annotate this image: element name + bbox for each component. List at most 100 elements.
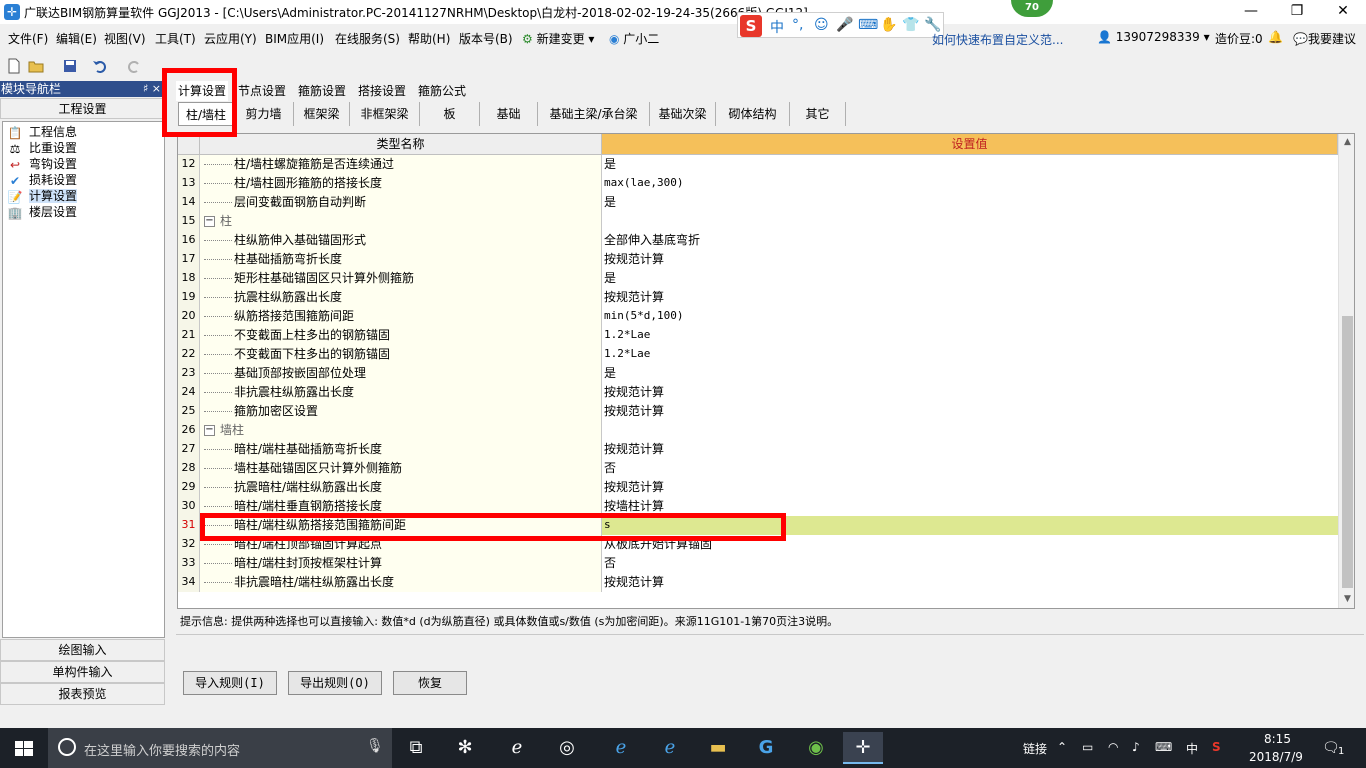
menu-online-service[interactable]: 在线服务(S): [335, 30, 400, 47]
tray-link-label[interactable]: 链接: [1023, 740, 1047, 757]
table-row[interactable]: 23 基础顶部按嵌固部位处理 是: [178, 364, 1338, 383]
menu-version[interactable]: 版本号(B): [459, 30, 513, 47]
restore-button-bottom[interactable]: 恢复: [393, 671, 467, 695]
table-row[interactable]: 19 抗震柱纵筋露出长度 按规范计算: [178, 288, 1338, 307]
collapse-icon[interactable]: −: [204, 216, 215, 227]
setting-value-cell[interactable]: 否: [602, 459, 1338, 478]
subtab-masonry[interactable]: 砌体结构: [716, 102, 790, 126]
table-row[interactable]: 32 暗柱/端柱顶部锚固计算起点 从板底开始计算锚固: [178, 535, 1338, 554]
table-row[interactable]: 21 不变截面上柱多出的钢筋锚固 1.2*Lae: [178, 326, 1338, 345]
ie-browser-icon[interactable]: ℯ: [497, 732, 537, 764]
subtab-column[interactable]: 柱/墙柱: [178, 102, 234, 126]
save-icon[interactable]: [62, 58, 78, 74]
guangxiaoer-button[interactable]: ◉ 广小二: [609, 30, 659, 47]
menu-view[interactable]: 视图(V): [104, 30, 146, 47]
suggest-button[interactable]: 💬我要建议: [1293, 30, 1356, 47]
setting-value-cell[interactable]: 从板底开始计算锚固: [602, 535, 1338, 554]
scroll-up-icon[interactable]: ▲: [1339, 134, 1354, 151]
table-row[interactable]: 17 柱基础插筋弯折长度 按规范计算: [178, 250, 1338, 269]
minimize-button[interactable]: —: [1228, 0, 1274, 24]
open-folder-icon[interactable]: [28, 58, 44, 74]
scroll-down-icon[interactable]: ▼: [1339, 591, 1354, 608]
setting-value-cell[interactable]: 按规范计算: [602, 250, 1338, 269]
ggj-app-icon[interactable]: ✛: [843, 732, 883, 764]
user-account-dropdown[interactable]: 👤 13907298339 ▾: [1097, 30, 1210, 44]
subtab-foundation-secondary-beam[interactable]: 基础次梁: [650, 102, 716, 126]
menu-bim[interactable]: BIM应用(I): [265, 30, 324, 47]
new-file-icon[interactable]: [6, 58, 22, 74]
nav-item-calc-settings[interactable]: 📝 计算设置: [7, 188, 78, 204]
nav-item-hook[interactable]: ↩ 弯钩设置: [7, 156, 77, 172]
setting-value-cell[interactable]: 按规范计算: [602, 573, 1338, 592]
edge-browser-icon[interactable]: ℯ: [601, 732, 641, 764]
clock-date[interactable]: 2018/7/9: [1249, 750, 1303, 764]
redo-icon[interactable]: [126, 58, 142, 74]
setting-value-cell[interactable]: 按规范计算: [602, 478, 1338, 497]
nav-pin-close-icons[interactable]: ♯ ×: [143, 81, 161, 97]
table-row[interactable]: 22 不变截面下柱多出的钢筋锚固 1.2*Lae: [178, 345, 1338, 364]
fan-app-icon[interactable]: ✻: [445, 732, 485, 764]
import-rules-button[interactable]: 导入规则(I): [183, 671, 277, 695]
tab-node-settings[interactable]: 节点设置: [238, 81, 286, 101]
glodon-g-icon[interactable]: G: [746, 732, 786, 764]
menu-tools[interactable]: 工具(T): [155, 30, 196, 47]
battery-icon[interactable]: ▭: [1082, 740, 1093, 754]
keyboard-tray-icon[interactable]: ⌨: [1155, 740, 1172, 754]
vertical-scrollbar[interactable]: ▲ ▼: [1338, 134, 1354, 608]
table-row[interactable]: 31 暗柱/端柱纵筋搭接范围箍筋间距 s: [178, 516, 1338, 535]
setting-value-cell[interactable]: s: [602, 516, 1338, 535]
tip-link[interactable]: 如何快速布置自定义范...: [932, 31, 1063, 48]
nav-report-preview[interactable]: 报表预览: [0, 683, 165, 705]
nav-item-loss[interactable]: ✔ 损耗设置: [7, 172, 77, 188]
setting-value-cell[interactable]: 否: [602, 554, 1338, 573]
subtab-shear-wall[interactable]: 剪力墙: [234, 102, 294, 126]
menu-file[interactable]: 文件(F): [8, 30, 48, 47]
header-type-name[interactable]: 类型名称: [200, 134, 602, 155]
microphone-icon[interactable]: 🎙: [366, 738, 384, 754]
table-row[interactable]: 16 柱纵筋伸入基础锚固形式 全部伸入基底弯折: [178, 231, 1338, 250]
subtab-frame-beam[interactable]: 框架梁: [294, 102, 350, 126]
table-row[interactable]: 24 非抗震柱纵筋露出长度 按规范计算: [178, 383, 1338, 402]
setting-value-cell[interactable]: min(5*d,100): [602, 307, 1338, 326]
table-row[interactable]: 33 暗柱/端柱封顶按框架柱计算 否: [178, 554, 1338, 573]
subtab-slab[interactable]: 板: [420, 102, 480, 126]
setting-value-cell[interactable]: 全部伸入基底弯折: [602, 231, 1338, 250]
new-change-dropdown[interactable]: ⚙ 新建变更 ▾: [522, 30, 594, 47]
table-row[interactable]: 30 暗柱/端柱垂直钢筋搭接长度 按墙柱计算: [178, 497, 1338, 516]
setting-value-cell[interactable]: 是: [602, 364, 1338, 383]
setting-value-cell[interactable]: max(lae,300): [602, 174, 1338, 193]
undo-icon[interactable]: [92, 58, 108, 74]
setting-value-cell[interactable]: [602, 421, 1338, 440]
table-group-row[interactable]: 26− 墙柱: [178, 421, 1338, 440]
subtab-nonframe-beam[interactable]: 非框架梁: [350, 102, 420, 126]
task-view-icon[interactable]: ⧉: [396, 732, 436, 764]
setting-value-cell[interactable]: 是: [602, 155, 1338, 174]
subtab-foundation[interactable]: 基础: [480, 102, 538, 126]
nav-drawing-input[interactable]: 绘图输入: [0, 639, 165, 661]
tray-chevron-icon[interactable]: ⌃: [1057, 740, 1067, 754]
file-explorer-icon[interactable]: ▬: [698, 732, 738, 764]
menu-edit[interactable]: 编辑(E): [56, 30, 97, 47]
price-beans[interactable]: 造价豆:0: [1215, 30, 1263, 47]
swirl-app-icon[interactable]: ◎: [547, 732, 587, 764]
setting-value-cell[interactable]: 按规范计算: [602, 402, 1338, 421]
menu-cloud[interactable]: 云应用(Y): [204, 30, 257, 47]
table-row[interactable]: 29 抗震暗柱/端柱纵筋露出长度 按规范计算: [178, 478, 1338, 497]
table-row[interactable]: 25 箍筋加密区设置 按规范计算: [178, 402, 1338, 421]
table-row[interactable]: 34 非抗震暗柱/端柱纵筋露出长度 按规范计算: [178, 573, 1338, 592]
ie-browser-icon-2[interactable]: ℯ: [650, 732, 690, 764]
export-rules-button[interactable]: 导出规则(O): [288, 671, 382, 695]
tab-stirrup-settings[interactable]: 箍筋设置: [298, 81, 346, 101]
restore-button[interactable]: ❐: [1274, 0, 1320, 24]
taskbar-search-box[interactable]: 在这里输入你要搜索的内容 🎙: [48, 728, 392, 768]
nav-item-project-info[interactable]: 📋 工程信息: [7, 124, 78, 140]
volume-icon[interactable]: ♪: [1132, 740, 1140, 754]
subtab-other[interactable]: 其它: [790, 102, 846, 126]
nav-item-floor[interactable]: 🏢 楼层设置: [7, 204, 78, 220]
table-row[interactable]: 18 矩形柱基础锚固区只计算外侧箍筋 是: [178, 269, 1338, 288]
tab-stirrup-formula[interactable]: 箍筋公式: [418, 81, 466, 101]
wifi-icon[interactable]: ◠: [1108, 740, 1118, 754]
header-setting-value[interactable]: 设置值: [602, 134, 1338, 155]
tab-lap-settings[interactable]: 搭接设置: [358, 81, 406, 101]
menu-help[interactable]: 帮助(H): [408, 30, 450, 47]
